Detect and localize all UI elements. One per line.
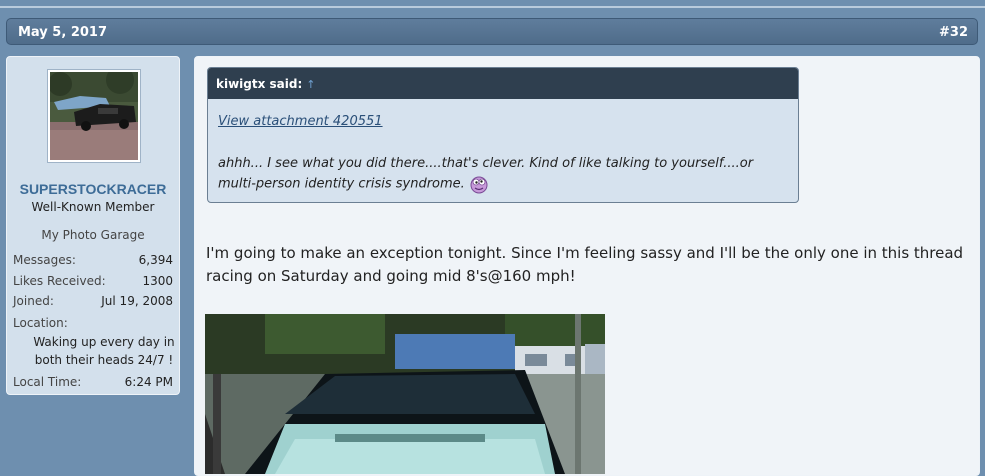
message-content: kiwigtx said: ↑ View attachment 420551 ah… xyxy=(194,56,980,476)
quote-block: kiwigtx said: ↑ View attachment 420551 ah… xyxy=(207,67,799,203)
post-header: May 5, 2017 #32 xyxy=(6,18,978,45)
stat-label: Likes Received: xyxy=(13,274,106,288)
stat-label: Location: xyxy=(13,316,68,330)
post-number-link[interactable]: #32 xyxy=(939,25,968,40)
attachment-link[interactable]: View attachment 420551 xyxy=(218,114,383,129)
crazy-smiley-icon xyxy=(469,174,489,194)
top-divider xyxy=(0,6,985,8)
user-title: Well-Known Member xyxy=(31,200,155,214)
quote-header: kiwigtx said: ↑ xyxy=(208,68,798,99)
photo-garage-link[interactable]: My Photo Garage xyxy=(7,228,179,242)
quote-author[interactable]: kiwigtx said: xyxy=(216,77,302,91)
stat-value: 1300 xyxy=(142,274,173,288)
avatar-image xyxy=(50,72,138,160)
message-body: I'm going to make an exception tonight. … xyxy=(206,244,964,285)
avatar[interactable] xyxy=(47,69,141,163)
location-value: Waking up every day in both their heads … xyxy=(33,335,175,367)
stat-label: Messages: xyxy=(13,253,76,267)
attached-photo[interactable] xyxy=(205,314,605,474)
car-photo-image xyxy=(205,314,605,474)
quote-text: ahhh... I see what you did there....that… xyxy=(218,154,793,195)
user-info-panel: SUPERSTOCKRACER Well-Known Member My Pho… xyxy=(6,56,180,395)
stat-label: Joined: xyxy=(13,294,54,308)
quote-jump-icon[interactable]: ↑ xyxy=(306,78,315,91)
stat-value: 6:24 PM xyxy=(124,375,173,389)
stat-value: Jul 19, 2008 xyxy=(101,294,173,308)
messages-count-link[interactable]: 6,394 xyxy=(139,253,173,267)
post-date[interactable]: May 5, 2017 xyxy=(18,25,107,40)
stat-label: Local Time: xyxy=(13,375,82,389)
username-link[interactable]: SUPERSTOCKRACER xyxy=(7,181,179,197)
